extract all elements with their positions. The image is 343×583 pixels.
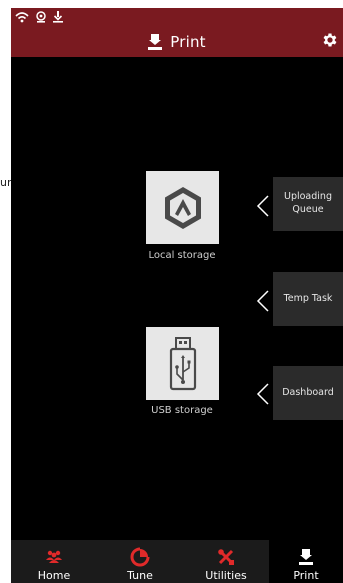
camera-icon: [36, 11, 46, 23]
nav-print-label: Print: [293, 569, 319, 582]
uploading-queue-panel[interactable]: Uploading Queue: [273, 177, 343, 231]
dashboard-label: Dashboard: [282, 386, 334, 398]
clipped-text: ur: [0, 176, 12, 189]
app-screen: Print Local storage USB storage Uploadin…: [11, 8, 343, 583]
local-storage-button[interactable]: [146, 171, 219, 244]
print-icon: [299, 549, 313, 565]
chevron-left-icon[interactable]: [256, 195, 270, 217]
page-title: Print: [170, 33, 206, 51]
usb-storage-label: USB storage: [151, 405, 213, 416]
usb-icon: [169, 336, 196, 390]
nav-utilities[interactable]: Utilities: [183, 540, 269, 583]
tune-icon: [130, 547, 150, 567]
usb-storage-button[interactable]: [146, 327, 219, 400]
status-bar: [15, 10, 63, 24]
nav-home-label: Home: [37, 569, 71, 582]
print-icon: [148, 34, 163, 50]
nav-home[interactable]: Home: [11, 540, 97, 583]
gear-icon[interactable]: [321, 31, 339, 49]
nav-utilities-label: Utilities: [205, 569, 247, 582]
title-bar: Print: [11, 8, 343, 57]
home-icon: [46, 550, 62, 563]
nav-tune[interactable]: Tune: [97, 540, 183, 583]
wifi-icon: [15, 12, 29, 23]
nav-tune-label: Tune: [127, 569, 153, 582]
temp-task-panel[interactable]: Temp Task: [273, 272, 343, 326]
uploading-queue-label-line2: Queue: [292, 204, 324, 215]
bottom-nav: Home Tune Utilities Print: [11, 540, 343, 583]
dashboard-panel[interactable]: Dashboard: [273, 366, 343, 420]
download-icon: [53, 11, 63, 23]
page-title-wrap: Print: [11, 30, 343, 54]
utilities-icon: [218, 549, 234, 565]
local-storage-label: Local storage: [148, 250, 216, 261]
chevron-left-icon[interactable]: [256, 383, 270, 405]
nav-print[interactable]: Print: [269, 540, 343, 583]
local-storage-icon: [164, 186, 201, 229]
chevron-left-icon[interactable]: [256, 290, 270, 312]
uploading-queue-label-line1: Uploading: [284, 191, 332, 203]
temp-task-label: Temp Task: [283, 292, 333, 304]
